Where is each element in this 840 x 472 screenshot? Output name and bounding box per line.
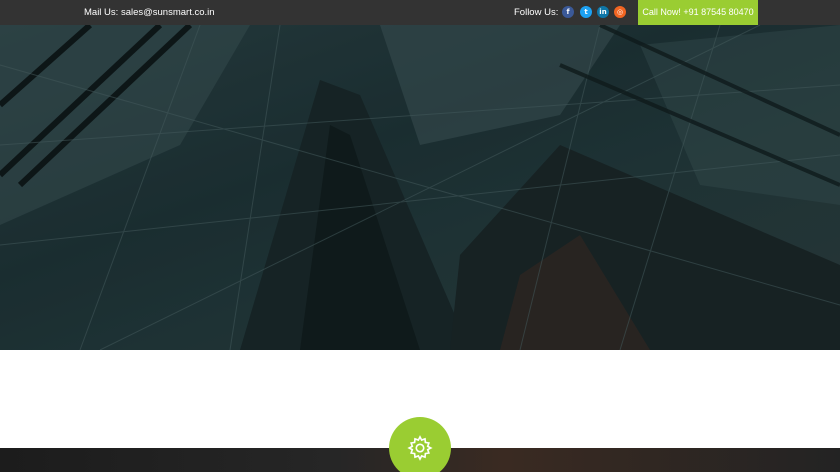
linkedin-icon[interactable]: in [597,6,609,18]
mail-link[interactable]: Mail Us: sales@sunsmart.co.in [84,7,215,18]
call-now-button[interactable]: Call Now! +91 87545 80470 [638,0,758,25]
twitter-icon[interactable]: t [580,6,592,18]
gear-icon [407,435,433,461]
facebook-icon[interactable]: f [562,6,574,18]
feature-badge [389,417,451,472]
hero-banner-image [0,25,840,350]
glass-building-illustration [0,25,840,350]
top-bar: Mail Us: sales@sunsmart.co.in Follow Us:… [0,0,840,25]
follow-label: Follow Us: [514,7,559,18]
rss-icon[interactable]: ◎ [614,6,626,18]
